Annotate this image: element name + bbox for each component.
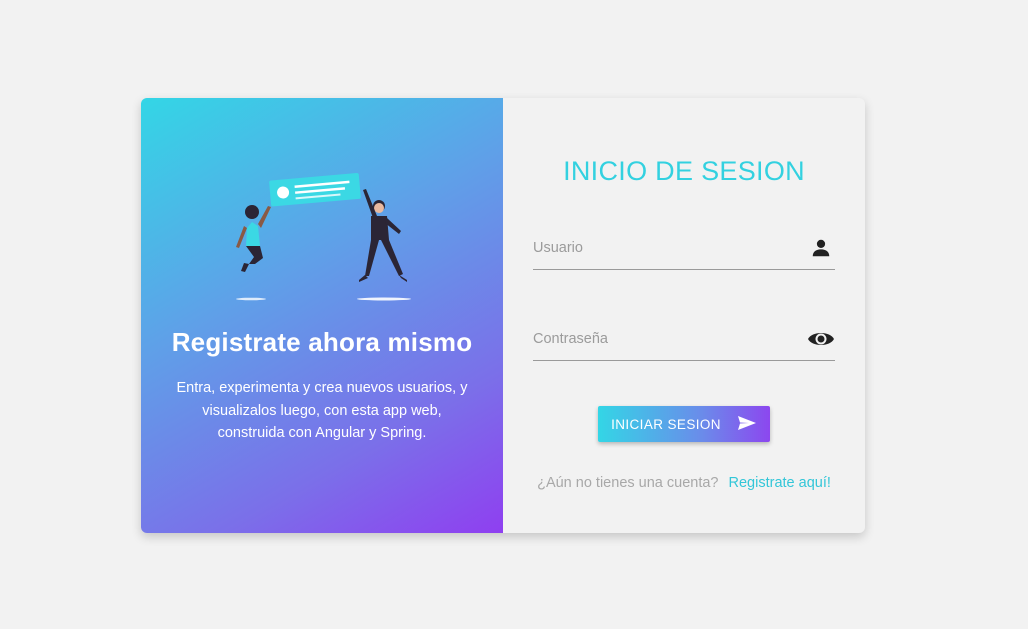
send-icon [737, 415, 757, 434]
person-icon [807, 235, 835, 261]
login-panel: INICIO DE SESION INICIAR SESION [503, 98, 865, 533]
register-link[interactable]: Registrate aquí! [729, 475, 831, 491]
username-field [533, 229, 835, 270]
page-title: INICIO DE SESION [563, 156, 805, 186]
password-input[interactable] [533, 320, 793, 358]
password-field [533, 320, 835, 361]
team-celebration-illustration [236, 172, 411, 301]
username-input[interactable] [533, 229, 793, 267]
promo-panel: Registrate ahora mismo Entra, experiment… [141, 98, 503, 533]
promo-title: Registrate ahora mismo [171, 327, 473, 357]
register-question: ¿Aún no tienes una cuenta? [537, 475, 719, 491]
eye-icon[interactable] [807, 326, 835, 352]
login-button-label: INICIAR SESION [611, 416, 721, 432]
register-prompt: ¿Aún no tienes una cuenta? Registrate aq… [503, 475, 865, 491]
promo-description: Entra, experimenta y crea nuevos usuario… [176, 380, 468, 441]
login-button[interactable]: INICIAR SESION [598, 406, 770, 442]
login-card: Registrate ahora mismo Entra, experiment… [141, 98, 865, 533]
